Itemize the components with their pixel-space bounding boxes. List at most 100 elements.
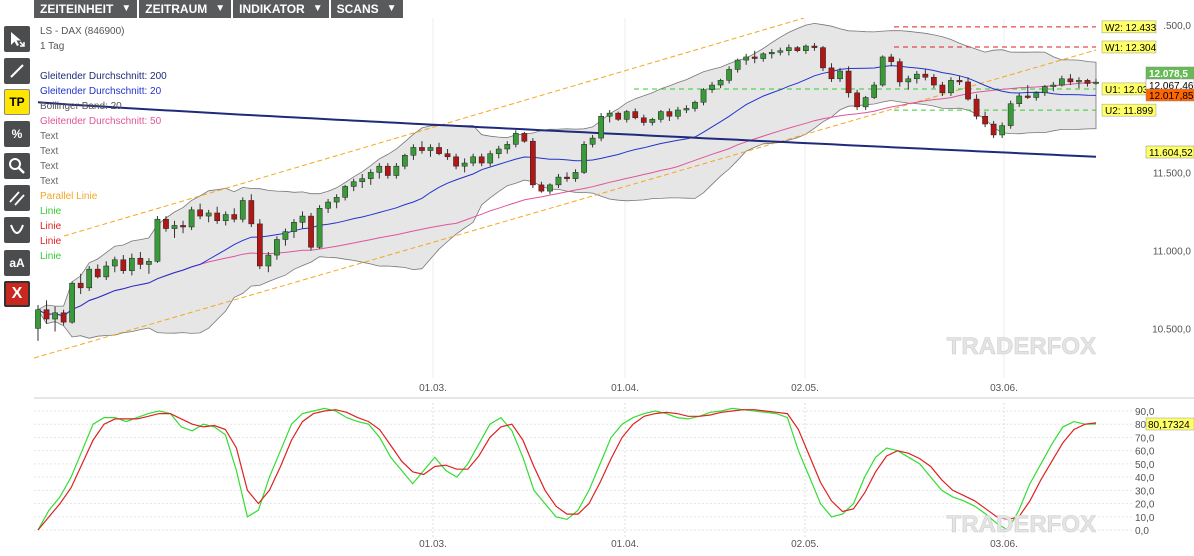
osc-y-tick-label: 60,0 <box>1135 447 1155 458</box>
candle-body <box>683 108 690 111</box>
candle-body <box>649 119 656 123</box>
candle-body <box>760 53 767 59</box>
osc-x-tick-label: 02.05. <box>791 539 819 550</box>
candle-body <box>197 209 203 217</box>
candle-body <box>1024 95 1031 98</box>
candle-body <box>521 133 528 142</box>
legend-entry: Gleitender Durchschnitt: 50 <box>40 116 162 127</box>
candle-body <box>982 115 988 125</box>
candle-body <box>453 156 459 167</box>
candle-body <box>845 70 852 94</box>
text-icon: aA <box>9 256 25 270</box>
candle-body <box>615 112 622 120</box>
candle-body <box>470 156 476 164</box>
menu-indikator[interactable]: INDIKATOR ▼ <box>233 0 329 18</box>
menu-label: ZEITRAUM <box>145 2 208 16</box>
candle-body <box>86 268 93 289</box>
candle-body <box>60 312 67 323</box>
candle-body <box>623 111 630 120</box>
candle-body <box>333 197 340 203</box>
osc-y-tick-label: 70,0 <box>1135 433 1155 444</box>
osc-y-tick-label: 20,0 <box>1135 500 1155 511</box>
tp-tool-button[interactable]: TP <box>4 89 30 115</box>
candle-body <box>547 184 553 192</box>
candle-body <box>461 162 468 167</box>
oscillator-watermark: TRADERFOX <box>947 511 1096 538</box>
candle-body <box>751 56 758 59</box>
candle-body <box>1076 80 1082 83</box>
candle-body <box>837 70 843 80</box>
candle-body <box>146 261 152 265</box>
candle-body <box>171 225 178 229</box>
menu-scans[interactable]: SCANS ▼ <box>330 0 403 18</box>
candle-body <box>1067 78 1074 83</box>
price-tag: 11.604,52 <box>1149 148 1193 159</box>
candle-body <box>666 111 673 117</box>
candle-body <box>376 165 383 173</box>
cursor-icon <box>11 32 25 47</box>
menu-bar: ZEITEINHEIT ▼ ZEITRAUM ▼ INDIKATOR ▼ SCANS ▼ <box>34 0 403 18</box>
candle-body <box>444 153 451 158</box>
menu-zeitraum[interactable]: ZEITRAUM ▼ <box>139 0 232 18</box>
candle-body <box>640 117 647 123</box>
osc-y-tick-label: 30,0 <box>1135 486 1155 497</box>
candle-body <box>862 97 869 108</box>
price-tag: 12.017,85 <box>1149 91 1194 102</box>
candle-body <box>129 257 135 271</box>
delete-tool-button[interactable]: X <box>4 281 30 307</box>
parallel-tool-button[interactable] <box>4 185 30 211</box>
percent-icon: % <box>11 127 23 141</box>
candle-body <box>692 101 698 109</box>
legend-entry: Text <box>40 131 59 142</box>
candle-body <box>231 214 238 220</box>
watermark: TRADERFOX <box>947 333 1096 360</box>
candle-body <box>1093 81 1099 84</box>
menu-zeiteinheit[interactable]: ZEITEINHEIT ▼ <box>34 0 138 18</box>
cursor-tool-button[interactable] <box>4 26 30 52</box>
level-label: U2: 11.899 <box>1105 106 1154 117</box>
legend-entry: Linie <box>40 251 62 262</box>
y-tick-label: 10.500,0 <box>1152 324 1191 335</box>
candle-body <box>410 147 417 156</box>
candle-body <box>163 218 169 229</box>
x-tick-label: 03.06. <box>990 383 1018 394</box>
candle-body <box>222 214 229 222</box>
arc-icon <box>10 224 24 234</box>
candle-body <box>188 209 195 228</box>
candle-body <box>973 98 980 117</box>
candle-body <box>248 200 255 225</box>
osc-x-tick-label: 03.06. <box>990 539 1018 550</box>
candle-body <box>205 212 212 217</box>
candle-body <box>564 176 570 179</box>
legend-entry: Linie <box>40 236 62 247</box>
arc-tool-button[interactable] <box>4 217 30 243</box>
x-tick-label: 01.03. <box>419 383 447 394</box>
candle-body <box>700 89 707 103</box>
candle-body <box>598 115 604 139</box>
osc-x-tick-label: 01.03. <box>419 539 447 550</box>
timeframe-label: 1 Tag <box>40 41 64 52</box>
text-tool-button[interactable]: aA <box>4 250 30 276</box>
osc-y-tick-label: 0,0 <box>1135 526 1149 537</box>
caret-down-icon: ▼ <box>215 3 226 14</box>
candle-body <box>589 137 596 145</box>
candle-body <box>785 47 792 51</box>
legend-entry: Gleitender Durchschnitt: 20 <box>40 86 162 97</box>
osc-y-tick-label: 40,0 <box>1135 473 1155 484</box>
candle-body <box>717 80 724 86</box>
candle-body <box>820 47 826 69</box>
percent-tool-button[interactable]: % <box>4 121 30 147</box>
candle-body <box>768 52 775 55</box>
chart-svg[interactable]: W2: 12.433W1: 12.304U1: 12.035U2: 11.899… <box>33 17 1194 551</box>
line-tool-button[interactable] <box>4 58 30 84</box>
candle-body <box>137 257 144 265</box>
candle-body <box>111 259 118 267</box>
candle-body <box>743 56 750 61</box>
chart-area[interactable]: W2: 12.433 W1: 12.304 U1: 12.035 U2: 11.899… <box>33 17 1194 551</box>
candle-body <box>342 186 349 198</box>
osc-x-tick-label: 01.04. <box>611 539 639 550</box>
zoom-tool-button[interactable] <box>4 153 30 179</box>
y-tick-label: 11.000,0 <box>1153 246 1192 257</box>
candle-body <box>794 47 801 51</box>
search-icon <box>9 158 25 174</box>
